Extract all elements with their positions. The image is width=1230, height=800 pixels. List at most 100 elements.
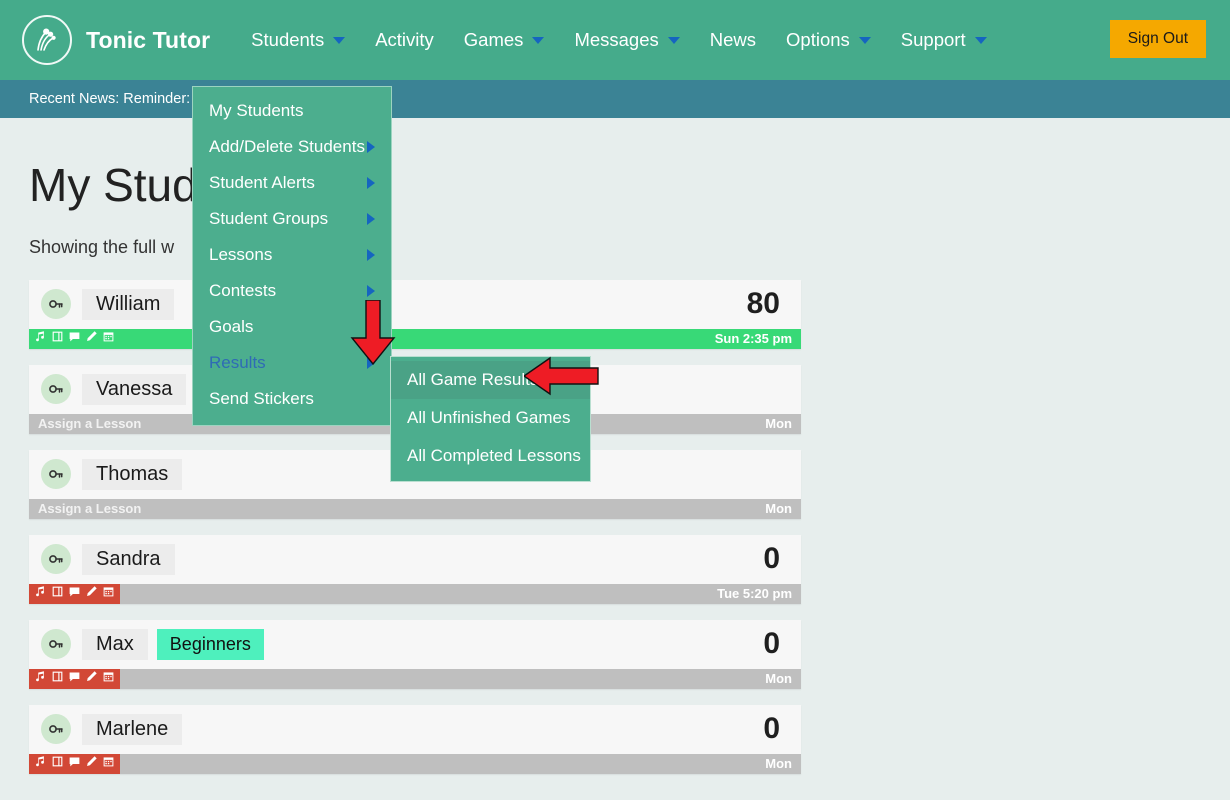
results-submenu: All Game Results All Unfinished Games Al… [390,356,591,482]
menu-item-student-groups[interactable]: Student Groups [193,201,391,237]
student-action-icons [29,754,120,774]
student-card-footer: Mon [29,754,801,774]
student-name[interactable]: Thomas [82,459,182,490]
top-navbar: Tonic Tutor Students Activity Games Mess… [0,0,1230,80]
chevron-down-icon [532,37,544,44]
speech-bubble-icon[interactable] [68,330,81,348]
pencil-icon[interactable] [85,330,98,348]
pencil-icon[interactable] [85,585,98,603]
students-dropdown-menu: My Students Add/Delete Students Student … [192,86,392,426]
key-icon[interactable] [41,544,71,574]
book-icon[interactable] [51,670,64,688]
nav-item-activity[interactable]: Activity [360,0,449,80]
student-card[interactable]: Marlene 0 Mon [29,705,801,774]
student-card-footer: Assign a Lesson Mon [29,499,801,519]
menu-item-send-stickers[interactable]: Send Stickers [193,381,391,417]
nav-item-students[interactable]: Students [236,0,360,80]
chevron-right-icon [367,141,375,153]
menu-item-label: Results [209,353,266,373]
chevron-down-icon [975,37,987,44]
calendar-icon[interactable] [102,585,115,603]
nav-item-news[interactable]: News [695,0,771,80]
music-note-icon[interactable] [34,755,47,773]
menu-item-results[interactable]: Results [193,345,391,381]
student-name[interactable]: William [82,289,174,320]
student-card-footer: Sun 2:35 pm [29,329,801,349]
student-card[interactable]: William 80 Sun 2:35 pm [29,280,801,349]
student-timestamp: Mon [765,756,801,771]
student-name[interactable]: Sandra [82,544,175,575]
brand-name: Tonic Tutor [86,27,210,54]
main-content: My Stude tions Showing the full w Willia… [0,118,1230,774]
student-name[interactable]: Vanessa [82,374,186,405]
brand[interactable]: Tonic Tutor [22,15,236,65]
key-icon[interactable] [41,629,71,659]
nav-item-label: Games [464,0,524,80]
key-icon[interactable] [41,714,71,744]
nav-item-options[interactable]: Options [771,0,886,80]
music-note-icon[interactable] [34,330,47,348]
menu-item-my-students[interactable]: My Students [193,93,391,129]
submenu-item-all-unfinished-games[interactable]: All Unfinished Games [391,399,590,437]
speech-bubble-icon[interactable] [68,755,81,773]
nav-item-messages[interactable]: Messages [559,0,694,80]
submenu-item-label: All Completed Lessons [407,446,581,465]
nav-item-label: Students [251,0,324,80]
chevron-right-icon [367,177,375,189]
student-timestamp: Tue 5:20 pm [717,586,801,601]
nav-item-games[interactable]: Games [449,0,560,80]
assign-lesson-label[interactable]: Assign a Lesson [29,501,141,516]
chevron-right-icon [367,249,375,261]
menu-item-label: Add/Delete Students [209,137,365,157]
pencil-icon[interactable] [85,755,98,773]
book-icon[interactable] [51,755,64,773]
menu-item-contests[interactable]: Contests [193,273,391,309]
menu-item-label: My Students [209,101,304,121]
submenu-item-all-game-results[interactable]: All Game Results [391,361,590,399]
menu-item-label: Contests [209,281,276,301]
calendar-icon[interactable] [102,670,115,688]
nav-item-label: News [710,0,756,80]
menu-item-goals[interactable]: Goals [193,309,391,345]
student-list: William 80 Sun 2:35 pm [29,280,801,774]
speech-bubble-icon[interactable] [68,585,81,603]
key-icon[interactable] [41,289,71,319]
nav-item-label: Activity [375,0,434,80]
student-name[interactable]: Marlene [82,714,182,745]
chevron-right-icon [367,285,375,297]
submenu-item-label: All Game Results [407,370,538,389]
music-note-icon[interactable] [34,585,47,603]
calendar-icon[interactable] [102,330,115,348]
student-timestamp: Mon [765,671,801,686]
assign-lesson-label[interactable]: Assign a Lesson [29,416,141,431]
student-group-tag[interactable]: Beginners [157,629,264,660]
book-icon[interactable] [51,330,64,348]
student-card[interactable]: Max Beginners 0 Mon [29,620,801,689]
key-icon[interactable] [41,459,71,489]
student-card-footer: Mon [29,669,801,689]
submenu-item-all-completed-lessons[interactable]: All Completed Lessons [391,437,590,475]
nav-item-support[interactable]: Support [886,0,1002,80]
speech-bubble-icon[interactable] [68,670,81,688]
student-card[interactable]: Sandra 0 Tue 5:20 pm [29,535,801,604]
pencil-icon[interactable] [85,670,98,688]
sign-out-button[interactable]: Sign Out [1110,20,1206,58]
student-name[interactable]: Max [82,629,148,660]
student-score: 0 [763,714,789,744]
menu-item-student-alerts[interactable]: Student Alerts [193,165,391,201]
student-timestamp: Sun 2:35 pm [715,331,801,346]
student-card-header: Marlene 0 [29,705,801,754]
student-action-icons [29,584,120,604]
calendar-icon[interactable] [102,755,115,773]
student-card-header: William 80 [29,280,801,329]
recent-news-banner[interactable]: Recent News: Reminder: J [0,80,1230,118]
student-score: 80 [747,289,789,319]
menu-item-lessons[interactable]: Lessons [193,237,391,273]
music-note-icon[interactable] [34,670,47,688]
book-icon[interactable] [51,585,64,603]
menu-item-label: Send Stickers [209,389,314,409]
menu-item-add-delete-students[interactable]: Add/Delete Students [193,129,391,165]
key-icon[interactable] [41,374,71,404]
student-action-icons [29,329,120,349]
student-score: 0 [763,629,789,659]
